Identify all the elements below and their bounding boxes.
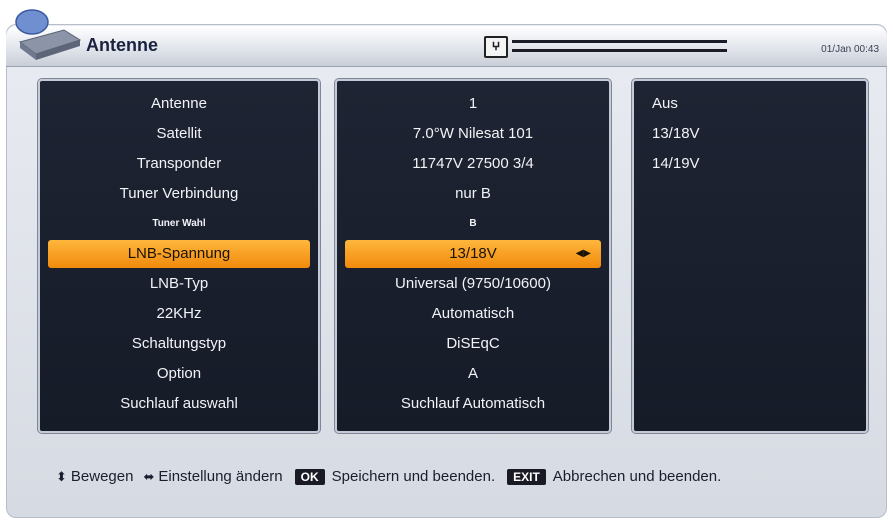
setting-value-text: 1 xyxy=(468,95,478,112)
options-panel: Aus 13/18V 14/19V xyxy=(632,79,868,433)
setting-label[interactable]: 22KHz xyxy=(40,299,318,329)
setting-value[interactable]: 7.0°W Nilesat 101 xyxy=(337,119,609,149)
exit-key[interactable]: EXIT xyxy=(507,468,546,485)
option-item[interactable]: 14/19V xyxy=(652,149,700,179)
setting-label[interactable]: Antenne xyxy=(40,89,318,119)
setting-label[interactable]: Transponder xyxy=(40,149,318,179)
label-panel: Antenne Satellit Transponder Tuner Verbindu… xyxy=(38,79,320,433)
help-bar: ⬍ Bewegen ⬌ Einstellung ändern OK Speich… xyxy=(56,468,721,485)
satellite-signal-icon: ⵖ xyxy=(484,36,508,58)
setting-label[interactable]: Tuner Wahl xyxy=(40,209,318,239)
help-move: Bewegen xyxy=(70,468,134,485)
setting-value[interactable]: DiSEqC xyxy=(337,329,609,359)
up-down-arrows-icon: ⬍ xyxy=(56,468,67,484)
setting-value-text: Universal (9750/10600) xyxy=(395,275,551,292)
option-item[interactable]: 13/18V xyxy=(652,119,700,149)
setting-value-text: DiSEqC xyxy=(446,335,500,352)
setting-value[interactable]: Suchlauf Automatisch xyxy=(337,389,609,419)
satellite-dish-icon xyxy=(15,9,82,60)
left-right-arrows-icon: ◀▶ xyxy=(575,248,591,259)
selected-setting-label[interactable]: LNB-Spannung xyxy=(48,240,310,268)
signal-indicator: ⵖ xyxy=(484,36,734,58)
setting-value[interactable]: 11747V 27500 3/4 xyxy=(337,149,609,179)
setting-value-text: 13/18V xyxy=(449,245,497,262)
option-item[interactable]: Aus xyxy=(652,89,678,119)
value-panel: 1 7.0°W Nilesat 101 11747V 27500 3/4 nur B B… xyxy=(335,79,611,433)
help-change: Einstellung ändern xyxy=(158,468,283,485)
ok-key[interactable]: OK xyxy=(294,468,325,485)
setting-label[interactable]: Suchlauf auswahl xyxy=(40,389,318,419)
selected-setting-value[interactable]: 13/18V ◀▶ xyxy=(345,240,601,268)
setting-value-text: Suchlauf Automatisch xyxy=(400,395,546,412)
setting-value-text: Automatisch xyxy=(431,305,515,322)
setting-label[interactable]: Schaltungstyp xyxy=(40,329,318,359)
setting-label[interactable]: LNB-Typ xyxy=(40,269,318,299)
setting-value-text: nur B xyxy=(455,185,491,202)
signal-quality-bar xyxy=(512,49,727,52)
left-right-arrows-icon: ⬌ xyxy=(143,468,155,484)
setting-value-text: B xyxy=(469,218,477,229)
setting-value-text: 7.0°W Nilesat 101 xyxy=(412,125,534,142)
signal-strength-bar xyxy=(512,40,727,43)
help-exit: Abbrechen und beenden. xyxy=(552,468,722,485)
setting-value[interactable]: Universal (9750/10600) xyxy=(337,269,609,299)
setting-value[interactable]: B xyxy=(337,209,609,239)
setting-label[interactable]: Tuner Verbindung xyxy=(40,179,318,209)
setting-label[interactable]: Option xyxy=(40,359,318,389)
setting-value-text: 11747V 27500 3/4 xyxy=(412,155,534,172)
setting-value[interactable]: Automatisch xyxy=(337,299,609,329)
setting-label[interactable]: Satellit xyxy=(40,119,318,149)
help-ok: Speichern und beenden. xyxy=(331,468,496,485)
setting-value[interactable]: A xyxy=(337,359,609,389)
clock: 01/Jan 00:43 xyxy=(821,44,879,55)
page-title: Antenne xyxy=(86,35,158,55)
setting-value[interactable]: 1 xyxy=(337,89,609,119)
setting-value[interactable]: nur B xyxy=(337,179,609,209)
setting-value-text: A xyxy=(467,365,478,382)
